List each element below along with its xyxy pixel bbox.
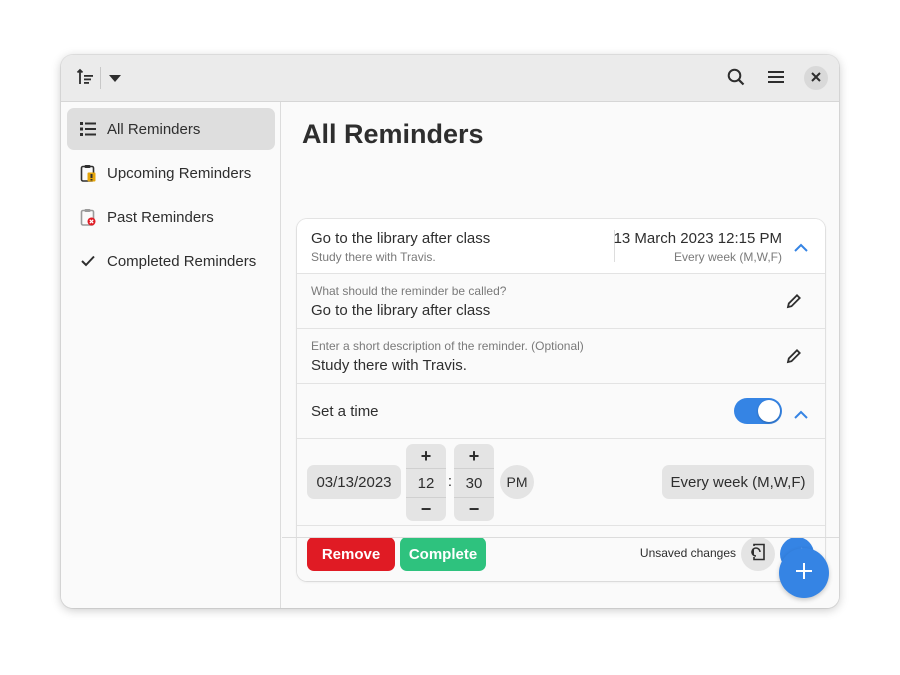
minute-increment-button[interactable]: + [454,444,494,468]
header-bar [61,55,839,102]
toggle-knob [758,400,780,422]
reminder-description-field[interactable]: Study there with Travis. [311,357,467,374]
chevron-up-icon[interactable] [794,239,808,257]
headerbar-separator [100,67,101,89]
sort-button[interactable] [73,67,97,91]
content-divider [282,537,839,538]
revert-button[interactable] [741,537,775,571]
minute-decrement-button[interactable]: − [454,498,494,521]
reminder-datetime: 13 March 2023 12:15 PM [613,230,782,247]
reminder-card: Go to the library after class Study ther… [297,219,825,581]
complete-button[interactable]: Complete [400,537,486,571]
hour-decrement-button[interactable]: − [406,498,446,521]
hour-value[interactable]: 12 [406,468,446,498]
sidebar-item-label: Completed Reminders [107,252,257,270]
sidebar-item-label: Past Reminders [107,208,214,226]
minute-spinner[interactable]: + 30 − [454,444,494,521]
sidebar-item-label: Upcoming Reminders [107,164,252,182]
plus-icon [795,562,813,585]
search-button[interactable] [723,67,749,91]
app-window: All Reminders Upcoming Reminders Past Re… [61,55,839,608]
chevron-down-icon [109,70,121,88]
reminder-name-row[interactable]: What should the reminder be called? Go t… [297,273,825,329]
sort-icon [76,68,94,91]
sidebar-item-upcoming-reminders[interactable]: Upcoming Reminders [67,152,275,194]
minute-value[interactable]: 30 [454,468,494,498]
remove-button[interactable]: Remove [307,537,395,571]
sidebar-item-past-reminders[interactable]: Past Reminders [67,196,275,238]
reminder-title: Go to the library after class [311,230,491,247]
ampm-button[interactable]: PM [500,465,534,499]
clipboard-x-icon [79,208,97,226]
date-button[interactable]: 03/13/2023 [307,465,401,499]
page-title: All Reminders [302,119,484,149]
sidebar-item-completed-reminders[interactable]: Completed Reminders [67,240,275,282]
set-time-row[interactable]: Set a time [297,383,825,439]
time-picker-row: 03/13/2023 + 12 − : + 30 − PM Every week… [297,438,825,526]
close-button[interactable] [804,66,828,90]
sidebar: All Reminders Upcoming Reminders Past Re… [61,102,281,608]
set-time-label: Set a time [311,403,379,420]
reminder-name-label: What should the reminder be called? [311,284,507,298]
close-icon [811,69,821,87]
reminder-summary-row[interactable]: Go to the library after class Study ther… [297,219,825,274]
sidebar-item-all-reminders[interactable]: All Reminders [67,108,275,150]
set-time-toggle[interactable] [734,398,782,424]
reminder-name-field[interactable]: Go to the library after class [311,302,490,319]
main-content: All Reminders Go to the library after cl… [282,102,839,608]
time-separator: : [447,473,453,490]
reminder-description-row[interactable]: Enter a short description of the reminde… [297,328,825,384]
revert-icon [750,543,766,566]
checkmark-icon [79,252,97,270]
search-icon [727,68,745,91]
add-reminder-button[interactable] [779,548,829,598]
reminder-subtitle: Study there with Travis. [311,250,436,264]
reminder-repeat: Every week (M,W,F) [673,250,782,264]
reminder-description-label: Enter a short description of the reminde… [311,339,584,353]
list-icon [79,120,97,138]
sort-dropdown-button[interactable] [103,67,127,91]
hour-spinner[interactable]: + 12 − [406,444,446,521]
unsaved-changes-label: Unsaved changes [639,546,736,560]
main-menu-button[interactable] [763,67,789,91]
sidebar-item-label: All Reminders [107,120,201,138]
chevron-up-icon[interactable] [794,406,808,424]
hamburger-menu-icon [768,70,784,89]
clipboard-clock-icon [79,164,97,182]
actions-row: Remove Complete Unsaved changes [297,525,825,581]
pencil-icon[interactable] [786,348,802,369]
hour-increment-button[interactable]: + [406,444,446,468]
repeat-button[interactable]: Every week (M,W,F) [662,465,814,499]
pencil-icon[interactable] [786,293,802,314]
